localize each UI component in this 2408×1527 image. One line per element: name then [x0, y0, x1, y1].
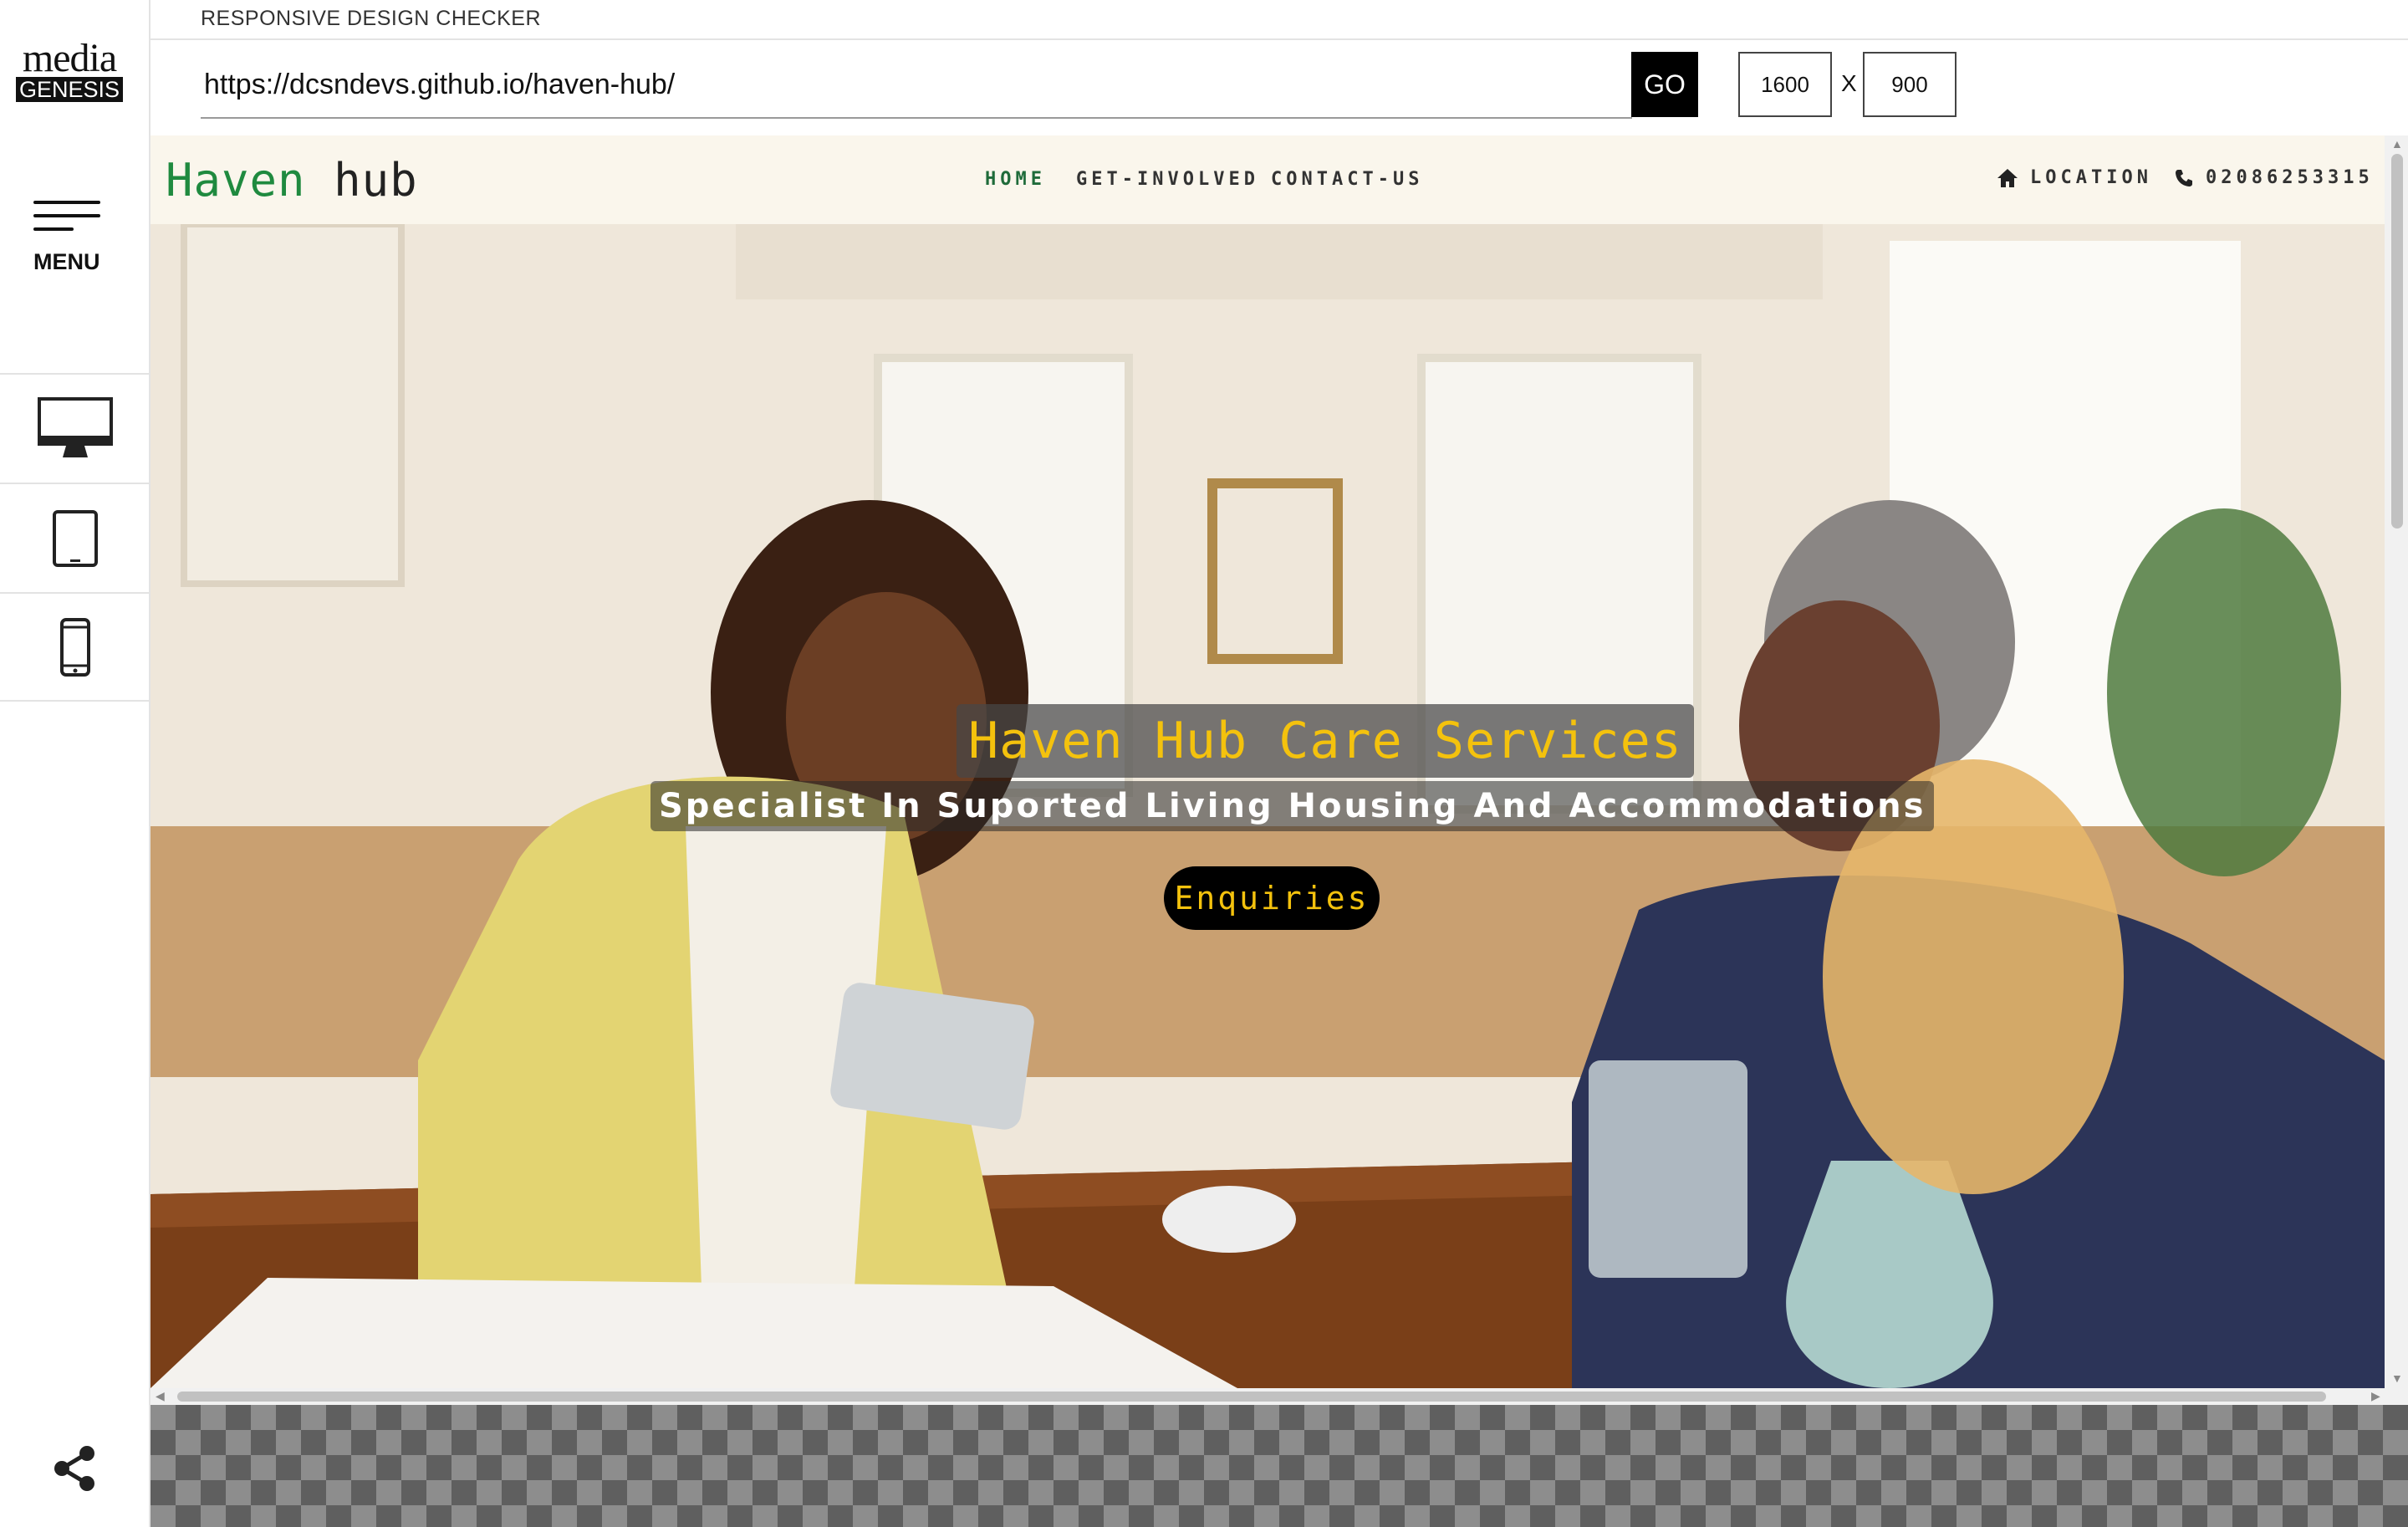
share-icon	[54, 1446, 94, 1491]
desktop-view-button[interactable]	[0, 373, 150, 483]
nav-get-involved-link[interactable]: GET-INVOLVED	[1076, 169, 1259, 190]
phone-link[interactable]: 02086253315	[2174, 167, 2374, 188]
location-label: LOCATION	[2030, 167, 2152, 188]
brand-second: hub	[334, 154, 418, 207]
nav-contact-link[interactable]: CONTACT-US	[1271, 169, 1423, 190]
brand-first: Haven	[166, 154, 306, 207]
top-divider	[150, 38, 2408, 40]
media-genesis-logo[interactable]: media GENESIS	[15, 36, 124, 102]
hamburger-icon-bar	[33, 214, 100, 217]
mobile-icon	[60, 617, 90, 677]
phone-number: 02086253315	[2206, 167, 2374, 188]
scroll-up-arrow-icon[interactable]: ▲	[2391, 137, 2403, 151]
width-input[interactable]	[1738, 52, 1832, 117]
url-input[interactable]	[201, 52, 1632, 119]
menu-label: MENU	[33, 249, 100, 274]
logo-top-text: media	[22, 36, 117, 80]
home-icon	[1997, 168, 2018, 187]
hero-subtitle: Specialist In Suported Living Housing An…	[650, 781, 1935, 831]
horizontal-scrollbar[interactable]: ◀ ▶	[150, 1388, 2408, 1405]
checkerboard-background	[150, 1405, 2408, 1527]
vertical-scroll-thumb[interactable]	[2391, 154, 2403, 529]
mobile-view-button[interactable]	[0, 592, 150, 702]
menu-button[interactable]: MENU	[30, 197, 105, 281]
share-button[interactable]	[50, 1443, 100, 1494]
tablet-icon	[53, 509, 98, 567]
scroll-left-arrow-icon[interactable]: ◀	[156, 1389, 165, 1403]
enquiries-button[interactable]: Enquiries	[1164, 866, 1380, 930]
hamburger-icon	[33, 201, 100, 204]
location-link[interactable]: LOCATION	[1997, 167, 2152, 188]
app-title: RESPONSIVE DESIGN CHECKER	[201, 7, 542, 30]
vertical-scrollbar[interactable]: ▲ ▼	[2385, 135, 2408, 1388]
hero-title: Haven Hub Care Services	[957, 704, 1694, 778]
logo-bottom-text: GENESIS	[15, 77, 124, 102]
scroll-down-arrow-icon[interactable]: ▼	[2391, 1371, 2403, 1385]
phone-icon	[2176, 169, 2192, 186]
tablet-view-button[interactable]	[0, 483, 150, 592]
nav-home-link[interactable]: HOME	[985, 169, 1046, 190]
horizontal-scroll-thumb[interactable]	[177, 1392, 2326, 1402]
site-brand[interactable]: Haven hub	[166, 154, 418, 207]
scroll-right-arrow-icon[interactable]: ▶	[2371, 1389, 2380, 1403]
height-input[interactable]	[1863, 52, 1956, 117]
preview-frame[interactable]: Haven hub HOME GET-INVOLVED CONTACT-US L…	[150, 135, 2408, 1405]
go-button[interactable]: GO	[1631, 52, 1698, 117]
dimension-separator: X	[1841, 70, 1857, 96]
hero-section: Haven Hub Care Services Specialist In Su…	[150, 224, 2385, 1388]
site-header: Haven hub HOME GET-INVOLVED CONTACT-US L…	[150, 135, 2385, 224]
desktop-icon	[38, 396, 113, 457]
sidebar: media GENESIS MENU	[0, 0, 150, 1527]
hamburger-icon-bar	[33, 227, 74, 231]
